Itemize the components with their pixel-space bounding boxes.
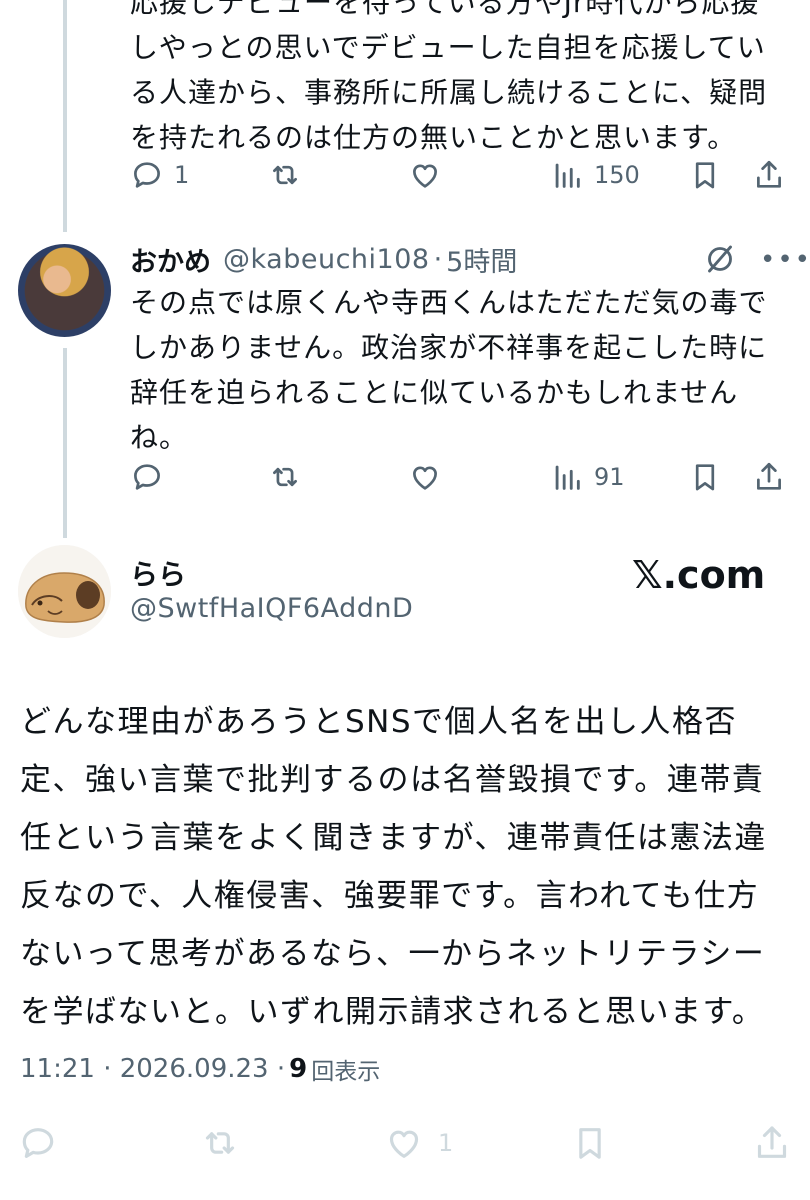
user-handle[interactable]: @SwtfHaIQF6AddnD	[130, 593, 413, 624]
user-handle[interactable]: @kabeuchi108	[223, 244, 430, 275]
reply-icon	[134, 464, 160, 490]
avatar-image	[18, 545, 111, 638]
x-com-watermark: 𝕏.com	[632, 553, 766, 597]
bookmark-button[interactable]	[688, 155, 722, 195]
views-button[interactable]: 91	[550, 457, 625, 497]
tweet-meta: 11:21 · 2026.09.23 · 9 回表示	[20, 1052, 380, 1086]
reply-button[interactable]: 1	[130, 155, 189, 195]
timestamp[interactable]: 11:21 · 2026.09.23 ·	[20, 1054, 285, 1084]
bookmark-button[interactable]	[570, 1118, 610, 1168]
retweet-icon	[205, 1132, 235, 1154]
heart-icon	[413, 466, 437, 490]
views-icon	[555, 465, 580, 490]
more-icon[interactable]: •••	[760, 245, 810, 275]
views-label: 回表示	[311, 1059, 381, 1085]
like-button[interactable]: 1	[384, 1118, 453, 1168]
main-tweet-actions: 1	[0, 1118, 810, 1168]
tweet-header: おかめ @kabeuchi108 · 5時間 •••	[130, 237, 810, 282]
share-button[interactable]	[752, 457, 786, 497]
bookmark-icon	[695, 464, 715, 491]
tweet-time[interactable]: 5時間	[446, 240, 517, 279]
views-button[interactable]: 150	[550, 155, 640, 195]
retweet-icon	[273, 467, 297, 487]
heart-icon	[389, 1130, 419, 1158]
tweet-actions: 1 150	[130, 155, 790, 195]
share-icon	[757, 160, 781, 188]
thread-connector-line	[63, 348, 67, 538]
retweet-button[interactable]	[268, 155, 302, 195]
like-count: 1	[438, 1129, 454, 1157]
retweet-icon	[273, 165, 297, 185]
separator-dot: ·	[433, 244, 443, 275]
like-button[interactable]	[408, 457, 442, 497]
tweet-text: その点では原くんや寺西くんはただただ気の毒で しかありません。政治家が不祥事を起…	[130, 286, 768, 454]
like-button[interactable]	[408, 155, 442, 195]
main-tweet-text: どんな理由があろうとSNSで個人名を出し人格否 定、強い言葉で批判するのは名誉毀…	[20, 704, 767, 1030]
bookmark-button[interactable]	[688, 457, 722, 497]
share-icon	[757, 1126, 787, 1158]
grok-icon[interactable]	[702, 241, 738, 277]
user-name[interactable]: おかめ	[130, 240, 211, 279]
avatar[interactable]	[18, 244, 111, 337]
bookmark-icon	[695, 162, 715, 189]
share-icon	[757, 462, 781, 490]
heart-icon	[413, 164, 437, 188]
share-button[interactable]	[752, 155, 786, 195]
avatar[interactable]	[18, 545, 111, 638]
share-button[interactable]	[752, 1118, 792, 1168]
tweet-text: 応援しデビューを待っている方やJr時代から応援 しやっとの思いでデビューした自担…	[130, 0, 768, 154]
tweet-actions: 91	[130, 457, 790, 497]
retweet-button[interactable]	[200, 1118, 240, 1168]
views-count: 91	[594, 463, 625, 491]
views-count: 150	[594, 161, 640, 189]
reply-icon	[22, 1128, 54, 1158]
retweet-button[interactable]	[268, 457, 302, 497]
reply-count: 1	[174, 161, 190, 189]
user-name[interactable]: らら	[130, 553, 186, 593]
views-icon	[555, 163, 580, 188]
reply-button[interactable]	[18, 1118, 58, 1168]
reply-icon	[134, 162, 160, 188]
reply-button[interactable]	[130, 457, 164, 497]
thread-connector-line	[63, 0, 67, 232]
bookmark-icon	[579, 1128, 601, 1159]
views-number: 9	[289, 1054, 308, 1084]
